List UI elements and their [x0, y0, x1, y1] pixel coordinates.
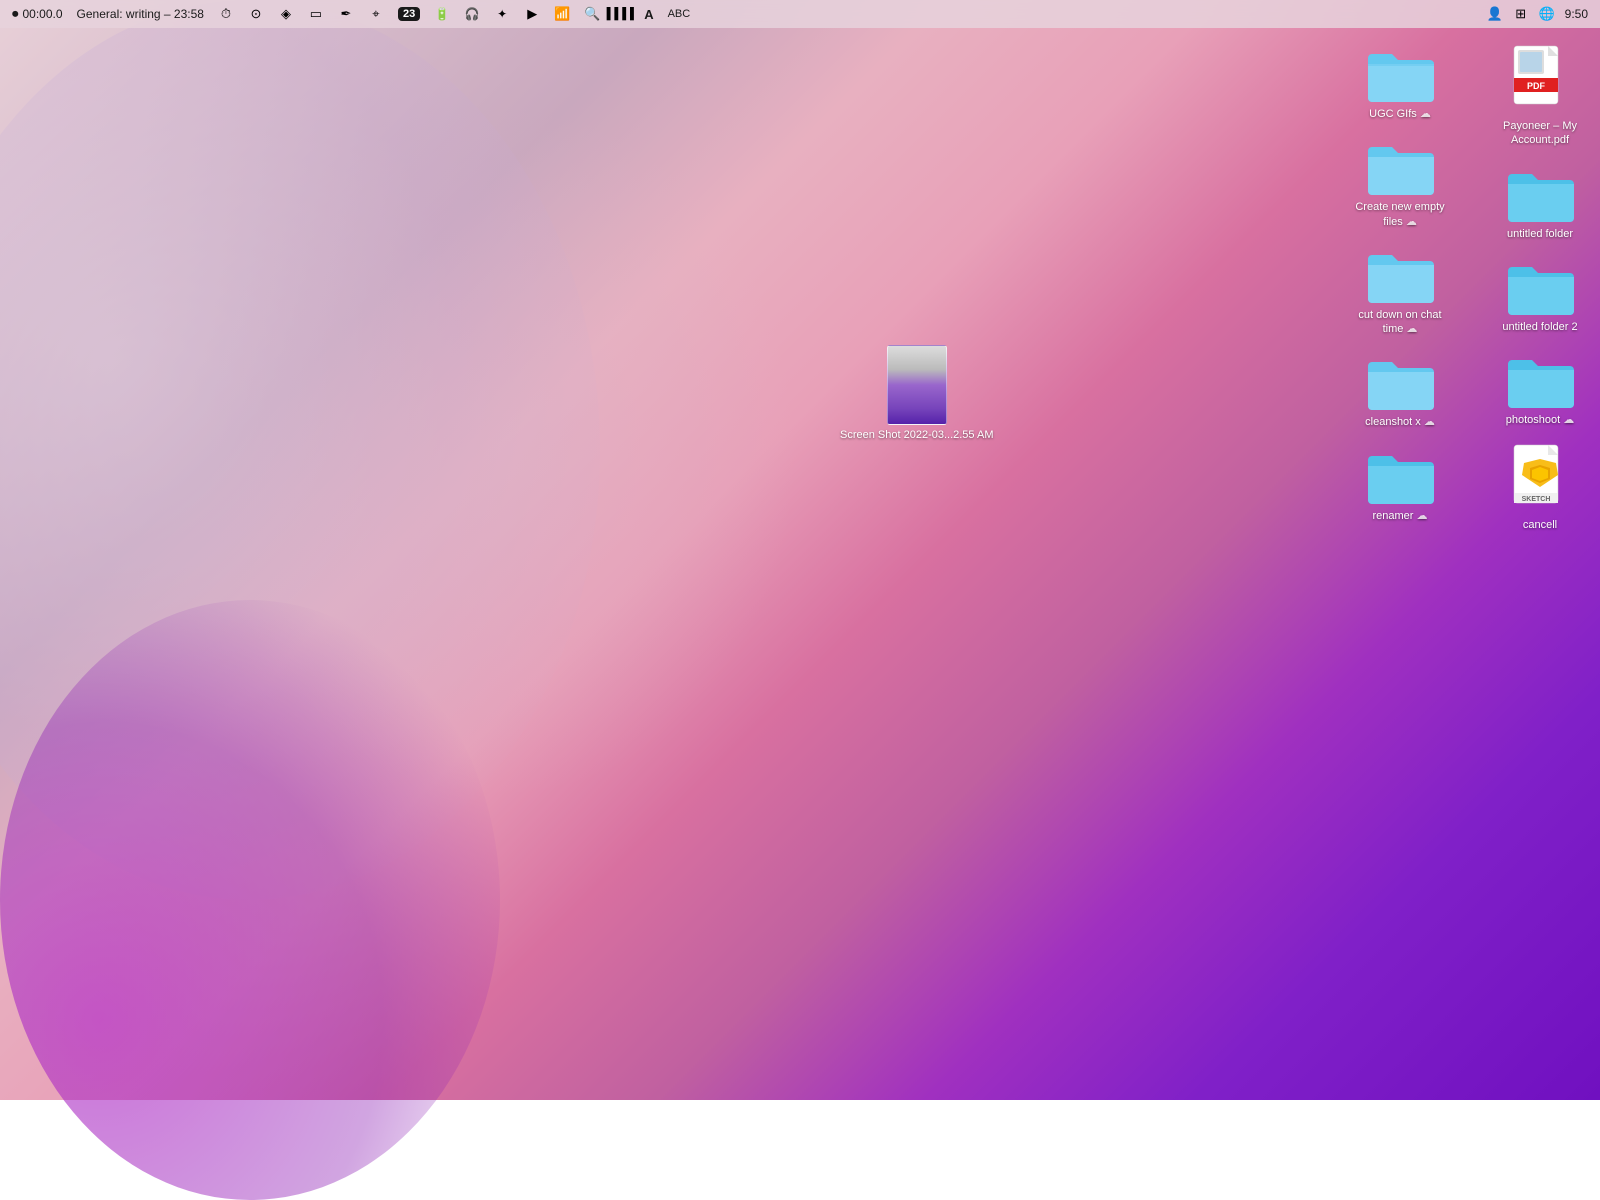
battery-charging-icon: 🔋 — [434, 6, 450, 22]
badge-23[interactable]: 23 — [398, 7, 420, 21]
now-playing-icon[interactable]: ▶ — [524, 6, 540, 22]
icon-label-payoneer-pdf: Payoneer – My Account.pdf — [1495, 119, 1585, 148]
record-icon: ⏺ — [12, 6, 19, 22]
desktop-icon-create-new-empty-files[interactable]: Create new empty files ☁ — [1350, 133, 1450, 233]
general-writing-label: General: writing – 23:58 — [77, 7, 204, 21]
folder-icon-untitled-2 — [1504, 257, 1576, 317]
menubar: ⏺ 00:00.0 General: writing – 23:58 ⏱ ⊙ ◈… — [0, 0, 1600, 28]
siri-icon[interactable]: 🌐 — [1539, 6, 1555, 22]
folder-icon-create-new-empty-files — [1364, 137, 1436, 197]
icon-label-cleanshot-x: cleanshot x ☁ — [1365, 415, 1435, 429]
desktop-icon-untitled-folder-2[interactable]: untitled folder 2 — [1490, 253, 1590, 338]
folder-icon-photoshoot — [1504, 350, 1576, 410]
screenshot-item[interactable]: Screen Shot 2022-03...2.55 AM — [840, 345, 994, 442]
folder-icon-renamer — [1364, 446, 1436, 506]
sketch-icon-cancell: SKETCH — [1510, 443, 1570, 515]
pdf-icon-payoneer: PDF — [1510, 44, 1570, 116]
spotlight-icon[interactable]: 🔍 — [584, 6, 600, 22]
layers-icon[interactable]: ◈ — [278, 6, 294, 22]
desktop-far-right-column: PDF Payoneer – My Account.pdf untitled f… — [1490, 40, 1590, 537]
menu-time: 9:50 — [1565, 7, 1588, 21]
icon-label-create-new-empty-files: Create new empty files ☁ — [1355, 200, 1445, 229]
desktop-icon-cancell-sketch[interactable]: SKETCH cancell — [1490, 439, 1590, 536]
wifi-icon[interactable]: 📶 — [554, 6, 570, 22]
desktop-icon-ugc-gifs[interactable]: UGC GIfs ☁ — [1350, 40, 1450, 125]
screenshot-thumbnail — [887, 345, 947, 425]
desktop-right-column: UGC GIfs ☁ Create new empty files ☁ cut … — [1350, 40, 1450, 527]
folder-icon-cleanshot-x — [1364, 352, 1436, 412]
audio-icon[interactable]: 🎧 — [464, 6, 480, 22]
desktop-icon-untitled-folder[interactable]: untitled folder — [1490, 160, 1590, 245]
pen-icon[interactable]: ✒ — [338, 6, 354, 22]
icon-label-ugc-gifs: UGC GIfs ☁ — [1369, 107, 1431, 121]
desktop-icon-photoshoot[interactable]: photoshoot ☁ — [1490, 346, 1590, 431]
display-icon[interactable]: ▭ — [308, 6, 324, 22]
desktop-icon-cut-down-on-chat-time[interactable]: cut down on chat time ☁ — [1350, 241, 1450, 341]
icon-label-cancell-sketch: cancell — [1523, 518, 1557, 532]
battery-full-icon: ▌▌▌▌ — [614, 6, 630, 22]
icon-label-untitled-folder-2: untitled folder 2 — [1502, 320, 1577, 334]
desktop-icon-cleanshot-x[interactable]: cleanshot x ☁ — [1350, 348, 1450, 433]
icon-label-cut-down-on-chat-time: cut down on chat time ☁ — [1355, 308, 1445, 337]
folder-icon-untitled — [1504, 164, 1576, 224]
folder-icon-ugc-gifs — [1364, 44, 1436, 104]
desktop-icon-payoneer-pdf[interactable]: PDF Payoneer – My Account.pdf — [1490, 40, 1590, 152]
icon-label-photoshoot: photoshoot ☁ — [1506, 413, 1575, 427]
timer-icon[interactable]: ⏱ — [218, 6, 234, 22]
svg-text:SKETCH: SKETCH — [1522, 496, 1551, 503]
desktop-icon-renamer[interactable]: renamer ☁ — [1350, 442, 1450, 527]
font-label: ABC — [668, 8, 691, 20]
recording-time: 00:00.0 — [23, 7, 63, 21]
font-icon[interactable]: A — [644, 7, 653, 22]
screenshot-label: Screen Shot 2022-03...2.55 AM — [840, 428, 994, 442]
control-center-icon[interactable]: ⊞ — [1513, 6, 1529, 22]
icon-label-untitled-folder: untitled folder — [1507, 227, 1573, 241]
folder-icon-cut-down-on-chat-time — [1364, 245, 1436, 305]
icon-label-renamer: renamer ☁ — [1372, 509, 1427, 523]
recording-indicator[interactable]: ⏺ 00:00.0 — [12, 6, 63, 22]
bluetooth-icon[interactable]: ✦ — [494, 6, 510, 22]
screenshot-icon[interactable]: ⊙ — [248, 6, 264, 22]
cursor-icon[interactable]: ⌖ — [368, 6, 384, 22]
user-icon[interactable]: 👤 — [1487, 6, 1503, 22]
svg-text:PDF: PDF — [1527, 81, 1546, 91]
